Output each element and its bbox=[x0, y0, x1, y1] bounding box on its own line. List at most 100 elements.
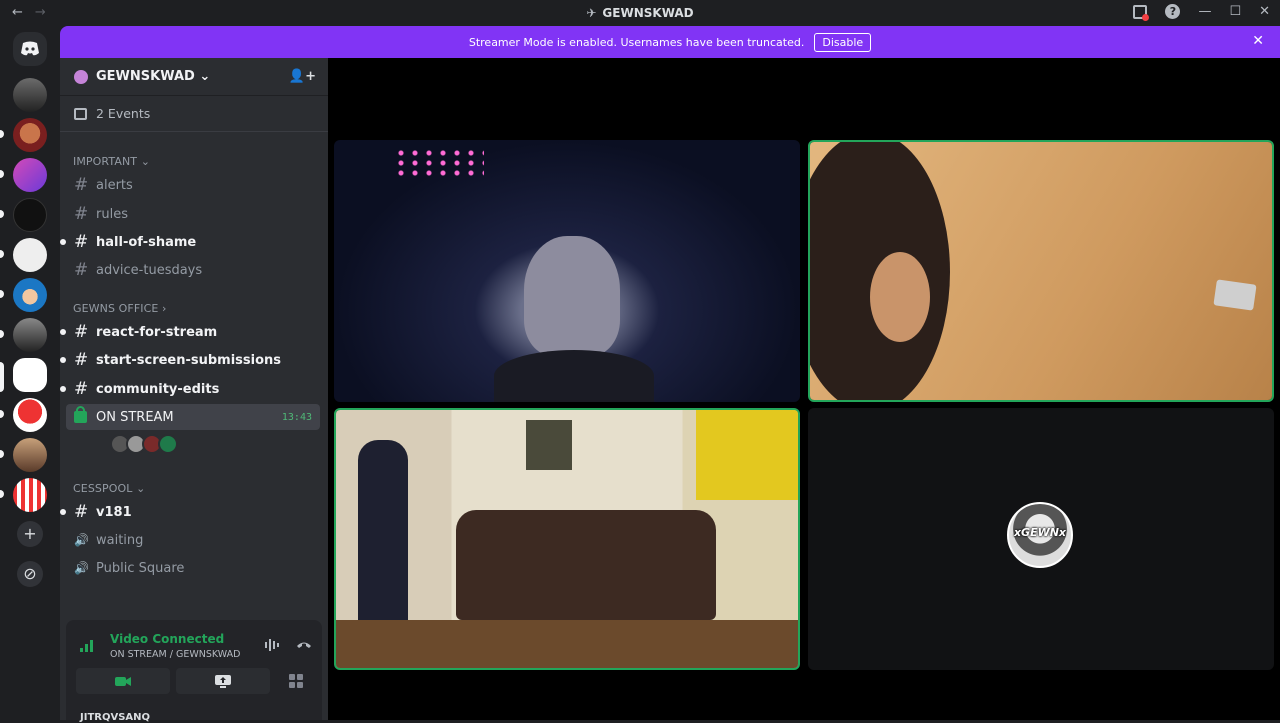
channel-label: hall-of-shame bbox=[96, 234, 197, 250]
channel-rules[interactable]: # rules bbox=[66, 201, 320, 227]
add-server-icon[interactable]: + bbox=[17, 521, 43, 547]
unread-indicator bbox=[60, 386, 66, 392]
video-tile-2[interactable] bbox=[808, 140, 1274, 402]
server-icon-gewnskwad[interactable] bbox=[13, 358, 47, 392]
hash-icon: # bbox=[74, 350, 89, 370]
minimize-button[interactable]: — bbox=[1198, 4, 1211, 19]
server-icon-5[interactable] bbox=[13, 238, 47, 272]
screen-share-button[interactable] bbox=[176, 668, 270, 694]
channel-label: waiting bbox=[96, 532, 144, 548]
invite-people-icon[interactable]: 👤+ bbox=[289, 69, 316, 84]
chair-silhouette bbox=[494, 350, 654, 402]
window-title-text: GEWNSKWAD bbox=[602, 6, 694, 20]
channel-community-edits[interactable]: # community-edits bbox=[60, 376, 320, 402]
streamer-mode-banner: Streamer Mode is enabled. Usernames have… bbox=[60, 26, 1280, 58]
channel-label: advice-tuesdays bbox=[96, 262, 203, 278]
noise-suppression-icon[interactable] bbox=[264, 638, 280, 656]
channel-label: community-edits bbox=[96, 381, 220, 397]
screen-share-icon bbox=[215, 674, 231, 688]
calendar-icon bbox=[74, 107, 87, 120]
category-gewns-office[interactable]: GEWNS OFFICE › bbox=[73, 302, 167, 315]
events-button[interactable]: 2 Events bbox=[60, 96, 328, 132]
server-icon-2[interactable] bbox=[13, 118, 47, 152]
server-icon-7[interactable] bbox=[13, 318, 47, 352]
couch bbox=[456, 510, 716, 620]
close-banner-icon[interactable]: ✕ bbox=[1252, 33, 1264, 49]
banner-message: Streamer Mode is enabled. Usernames have… bbox=[468, 35, 805, 49]
server-header[interactable]: GEWNSKWAD ⌄ 👤+ bbox=[60, 58, 328, 96]
channel-hall-of-shame[interactable]: # hall-of-shame bbox=[60, 229, 320, 255]
inbox-icon[interactable] bbox=[1133, 4, 1150, 21]
hash-icon: # bbox=[74, 379, 89, 399]
locked-voice-icon bbox=[74, 406, 87, 423]
hash-icon: # bbox=[74, 322, 89, 342]
channel-react-for-stream[interactable]: # react-for-stream bbox=[60, 319, 320, 345]
maximize-button[interactable]: ☐ bbox=[1229, 4, 1241, 19]
video-tile-3[interactable] bbox=[334, 408, 800, 670]
camera-button[interactable] bbox=[76, 668, 170, 694]
activities-button[interactable] bbox=[276, 668, 316, 694]
video-tile-4[interactable]: xGEWNx bbox=[808, 408, 1274, 670]
server-name: GEWNSKWAD ⌄ bbox=[96, 69, 211, 84]
participant-avatar-large: xGEWNx bbox=[1007, 502, 1073, 568]
help-icon[interactable]: ? bbox=[1165, 4, 1181, 19]
server-rail: + ⊘ bbox=[0, 26, 60, 720]
floor bbox=[336, 620, 798, 668]
channel-label: alerts bbox=[96, 177, 133, 193]
avatar-label: xGEWNx bbox=[1013, 526, 1067, 539]
person-figure bbox=[524, 236, 620, 356]
server-icon-6[interactable] bbox=[13, 278, 47, 312]
unread-indicator bbox=[60, 329, 66, 335]
voice-connection-panel: Video Connected ON STREAM / GEWNSKWAD bbox=[66, 620, 322, 720]
signal-strength-icon[interactable] bbox=[80, 640, 94, 652]
close-window-button[interactable]: ✕ bbox=[1259, 4, 1270, 19]
unread-indicator bbox=[60, 509, 66, 515]
window-title: ✈ GEWNSKWAD bbox=[0, 6, 1280, 20]
hash-icon: # bbox=[74, 175, 89, 195]
server-icon-4[interactable] bbox=[13, 198, 47, 232]
server-icon-11[interactable] bbox=[13, 478, 47, 512]
channel-advice-tuesdays[interactable]: # advice-tuesdays bbox=[66, 257, 320, 283]
channel-alerts[interactable]: # alerts bbox=[66, 172, 320, 198]
channel-label: rules bbox=[96, 206, 128, 222]
channel-sidebar: GEWNSKWAD ⌄ 👤+ 2 Events IMPORTANT ⌄ # ale… bbox=[60, 58, 328, 723]
channel-label: ON STREAM bbox=[96, 409, 174, 425]
hash-icon: # bbox=[74, 204, 89, 224]
channel-label: v181 bbox=[96, 504, 132, 520]
voice-location[interactable]: ON STREAM / GEWNSKWAD bbox=[110, 649, 240, 660]
speaker-icon: 🔊 bbox=[74, 533, 89, 547]
channel-label: Public Square bbox=[96, 560, 185, 576]
activities-icon bbox=[289, 674, 303, 688]
disable-streamer-mode-button[interactable]: Disable bbox=[814, 32, 872, 52]
voice-channel-waiting[interactable]: 🔊 waiting bbox=[66, 527, 320, 553]
voice-channel-public-square[interactable]: 🔊 Public Square bbox=[66, 555, 320, 581]
participant-avatar[interactable] bbox=[158, 434, 178, 454]
server-icon-1[interactable] bbox=[13, 78, 47, 112]
video-tile-1[interactable] bbox=[334, 140, 800, 402]
speaker-icon: 🔊 bbox=[74, 561, 89, 575]
hash-icon: # bbox=[74, 502, 89, 522]
server-badge-icon bbox=[74, 69, 88, 84]
yellow-flag bbox=[696, 410, 798, 500]
hash-icon: # bbox=[74, 260, 89, 280]
disconnect-phone-icon[interactable] bbox=[296, 638, 312, 653]
unread-indicator bbox=[60, 239, 66, 245]
voice-status[interactable]: Video Connected bbox=[110, 632, 224, 646]
discover-compass-icon[interactable]: ⊘ bbox=[17, 561, 43, 587]
discord-logo-icon bbox=[21, 41, 39, 56]
voice-duration: 13:43 bbox=[281, 411, 312, 423]
window-controls: ? — ☐ ✕ bbox=[1133, 4, 1270, 21]
user-panel-name[interactable]: JITRQVSANQ bbox=[80, 712, 150, 723]
voice-channel-on-stream[interactable]: ON STREAM 13:43 bbox=[66, 404, 320, 430]
server-icon-10[interactable] bbox=[13, 438, 47, 472]
home-button[interactable] bbox=[13, 32, 47, 66]
server-icon-9[interactable] bbox=[13, 398, 47, 432]
category-cesspool[interactable]: CESSPOOL ⌄ bbox=[73, 482, 145, 495]
category-important[interactable]: IMPORTANT ⌄ bbox=[73, 155, 150, 168]
channel-v181[interactable]: # v181 bbox=[60, 499, 320, 525]
voice-participants bbox=[110, 434, 178, 454]
channel-start-screen-submissions[interactable]: # start-screen-submissions bbox=[60, 347, 320, 373]
rocket-icon: ✈ bbox=[586, 6, 597, 20]
ear-shape bbox=[870, 252, 930, 342]
server-icon-3[interactable] bbox=[13, 158, 47, 192]
